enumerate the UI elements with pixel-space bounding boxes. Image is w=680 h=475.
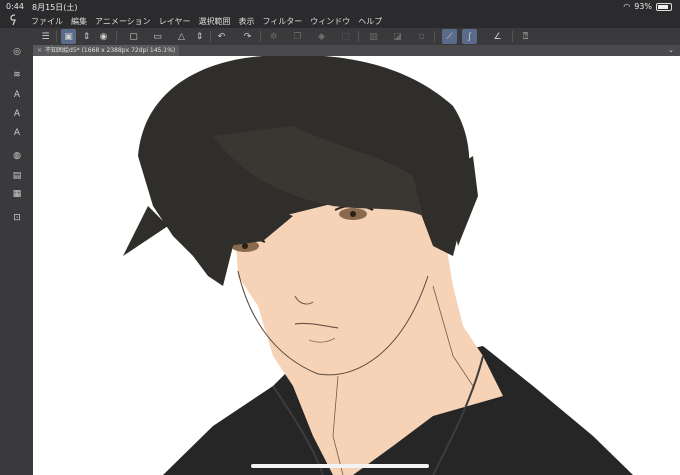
document-tab[interactable]: × 不知囲絵d5* (1668 x 2388px 72dpi 145.1%) <box>33 45 180 56</box>
layer-icon[interactable]: ≋ <box>10 68 24 82</box>
status-date: 8月15日(土) <box>32 3 78 12</box>
settings-icon[interactable]: ✲ <box>266 29 281 44</box>
menu-layer[interactable]: レイヤー <box>159 16 191 27</box>
simple-mode-icon[interactable]: ▣ <box>61 29 76 44</box>
left-panel-bar: ◎ ≋ A A A ◍ ▤ ▦ ⊡ <box>0 45 33 475</box>
document-title: 不知囲絵d5* (1668 x 2388px 72dpi 145.1%) <box>45 47 176 54</box>
fill-icon[interactable]: ◆ <box>314 29 329 44</box>
camera-icon[interactable]: ⊡ <box>10 211 24 225</box>
separator <box>358 31 359 42</box>
sub-tool-icon[interactable]: A <box>10 107 24 121</box>
navigator-icon[interactable]: ◍ <box>10 149 24 163</box>
selection-icon[interactable]: ▫ <box>414 29 429 44</box>
status-time: 0:44 <box>6 2 24 11</box>
chevron-updown-icon[interactable]: ⇕ <box>79 29 94 44</box>
chevron-down-icon[interactable]: ⌄ <box>668 45 674 56</box>
material-icon[interactable]: A <box>10 88 24 102</box>
separator <box>116 31 117 42</box>
separator <box>56 31 57 42</box>
command-bar: ☰ ▣ ⇕ ◉ ▢ ▭ △ ⇕ ↶ ↷ ✲ ❐ ◆ ⬚ ▨ ◪ ▫ ⟋ ∫ ∠ … <box>0 28 680 46</box>
history-icon[interactable]: ▦ <box>10 187 24 201</box>
ios-status-bar: 0:44 8月15日(土) ◠ 93% <box>0 0 680 13</box>
copy-icon[interactable]: ❐ <box>290 29 305 44</box>
crop-icon[interactable]: ⬚ <box>338 29 353 44</box>
color-palette-icon[interactable]: ▤ <box>10 169 24 183</box>
separator <box>210 31 211 42</box>
palette-icon[interactable]: ◉ <box>96 29 111 44</box>
menu-view[interactable]: 表示 <box>238 16 254 27</box>
menu-bar: ファイル 編集 アニメーション レイヤー 選択範囲 表示 フィルター ウィンドウ… <box>0 13 680 28</box>
separator <box>260 31 261 42</box>
wifi-icon: ◠ <box>623 2 631 11</box>
battery-percent: 93% <box>634 2 652 11</box>
undo-icon[interactable]: ↶ <box>214 29 229 44</box>
document-tab-bar: × 不知囲絵d5* (1668 x 2388px 72dpi 145.1%) ⌄ <box>33 45 680 56</box>
hamburger-menu-icon[interactable]: ☰ <box>38 29 53 44</box>
brush-size-icon[interactable]: A <box>10 126 24 140</box>
tool-property-icon[interactable]: ◎ <box>10 45 24 59</box>
redo-icon[interactable]: ↷ <box>240 29 255 44</box>
ruler-snap-icon[interactable]: ⟋ <box>442 29 457 44</box>
menu-help[interactable]: ヘルプ <box>358 16 382 27</box>
help-icon[interactable]: ⍰ <box>518 29 533 44</box>
menu-file[interactable]: ファイル <box>31 16 63 27</box>
chevron-updown-icon[interactable]: ⇕ <box>192 29 207 44</box>
stroke-stabilize-icon[interactable]: ∫ <box>462 29 477 44</box>
open-folder-icon[interactable]: ▭ <box>150 29 165 44</box>
invert-icon[interactable]: ◪ <box>390 29 405 44</box>
menu-filter[interactable]: フィルター <box>262 16 302 27</box>
close-tab-icon[interactable]: × <box>37 47 42 54</box>
illustration <box>123 56 633 475</box>
save-icon[interactable]: △ <box>174 29 189 44</box>
menu-edit[interactable]: 編集 <box>71 16 87 27</box>
separator <box>512 31 513 42</box>
menu-window[interactable]: ウィンドウ <box>310 16 350 27</box>
menu-animation[interactable]: アニメーション <box>95 16 151 27</box>
deselect-icon[interactable]: ▨ <box>366 29 381 44</box>
menu-selection[interactable]: 選択範囲 <box>198 16 230 27</box>
home-indicator <box>251 464 429 468</box>
app-logo-icon[interactable] <box>9 14 21 26</box>
drawing-canvas[interactable] <box>33 56 680 475</box>
perspective-ruler-icon[interactable]: ∠ <box>490 29 505 44</box>
status-right: ◠ 93% <box>623 2 672 11</box>
battery-icon <box>656 2 672 11</box>
separator <box>434 31 435 42</box>
new-canvas-icon[interactable]: ▢ <box>126 29 141 44</box>
